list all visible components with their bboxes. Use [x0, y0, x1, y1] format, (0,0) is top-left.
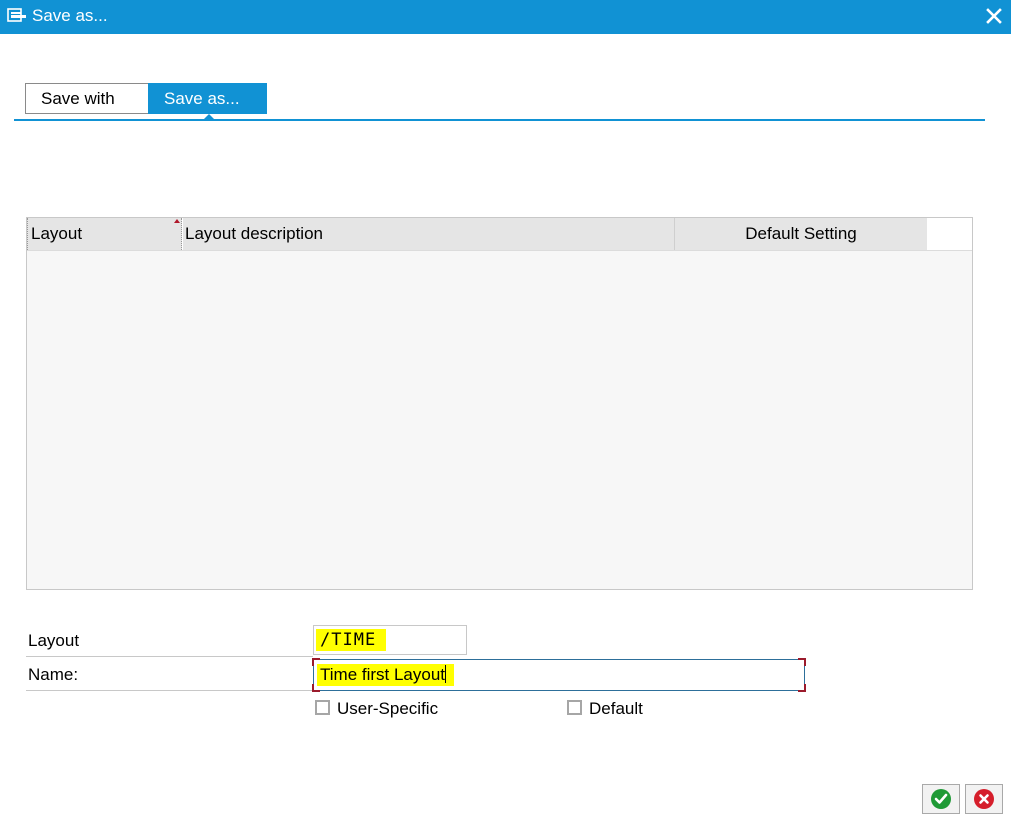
tab-underline: [14, 119, 985, 121]
layout-input[interactable]: /TIME: [313, 625, 467, 655]
layout-label: Layout: [28, 631, 80, 650]
name-label: Name:: [28, 665, 79, 684]
name-input-value: Time first Layout: [320, 665, 446, 684]
name-row-divider: [26, 690, 313, 691]
cancel-button[interactable]: [965, 784, 1003, 814]
column-header-default-setting[interactable]: Default Setting: [675, 218, 927, 250]
save-layout-icon: [7, 8, 27, 24]
layout-input-value: /TIME: [316, 629, 387, 651]
table-header: Layout Layout description Default Settin…: [27, 218, 972, 251]
name-input[interactable]: Time first Layout: [312, 658, 806, 692]
layout-table: Layout Layout description Default Settin…: [26, 217, 973, 590]
sort-indicator-icon: [174, 219, 180, 223]
confirm-button[interactable]: [922, 784, 960, 814]
user-specific-checkbox-box[interactable]: [315, 700, 330, 715]
tab-save-as[interactable]: Save as...: [148, 83, 267, 114]
column-header-layout[interactable]: Layout: [27, 218, 182, 250]
focus-corner: [798, 684, 806, 692]
layout-row-divider: [26, 656, 313, 657]
column-header-layout-label: Layout: [31, 224, 83, 243]
default-label: Default: [589, 699, 643, 718]
default-checkbox-box[interactable]: [567, 700, 582, 715]
name-input-highlight: Time first Layout: [317, 664, 455, 686]
tab-save-with[interactable]: Save with: [25, 83, 148, 114]
user-specific-checkbox[interactable]: User-Specific: [315, 699, 445, 721]
user-specific-label: User-Specific: [337, 699, 439, 718]
column-header-layout-description[interactable]: Layout description: [183, 218, 675, 250]
close-icon[interactable]: [985, 7, 1003, 25]
checkmark-icon: [931, 789, 951, 809]
window-title: Save as...: [32, 6, 108, 25]
text-caret: [445, 665, 447, 683]
title-bar: Save as...: [0, 0, 1011, 34]
default-checkbox[interactable]: Default: [567, 699, 657, 721]
focus-corner: [798, 658, 806, 666]
cancel-x-icon: [974, 789, 994, 809]
